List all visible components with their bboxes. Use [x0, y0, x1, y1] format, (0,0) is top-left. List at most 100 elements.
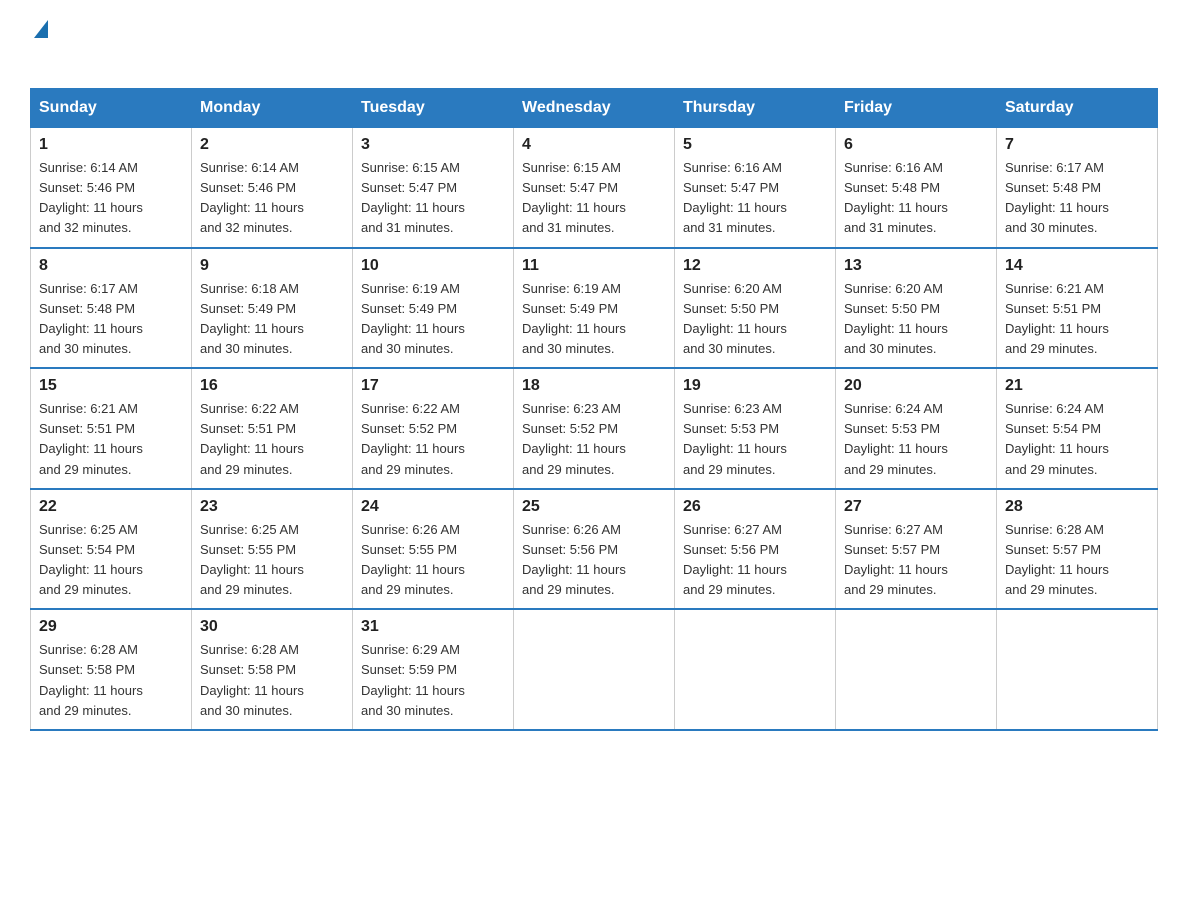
day-number: 18: [522, 377, 666, 395]
calendar-cell: 5 Sunrise: 6:16 AMSunset: 5:47 PMDaylight…: [675, 128, 836, 248]
calendar-week-row: 29 Sunrise: 6:28 AMSunset: 5:58 PMDayligh…: [31, 609, 1158, 730]
day-number: 10: [361, 257, 505, 275]
calendar-cell: 4 Sunrise: 6:15 AMSunset: 5:47 PMDaylight…: [514, 128, 675, 248]
day-info: Sunrise: 6:15 AMSunset: 5:47 PMDaylight:…: [361, 158, 505, 239]
day-number: 19: [683, 377, 827, 395]
day-info: Sunrise: 6:26 AMSunset: 5:55 PMDaylight:…: [361, 520, 505, 601]
calendar-table: SundayMondayTuesdayWednesdayThursdayFrid…: [30, 88, 1158, 731]
calendar-cell: 25 Sunrise: 6:26 AMSunset: 5:56 PMDayligh…: [514, 489, 675, 610]
day-info: Sunrise: 6:25 AMSunset: 5:55 PMDaylight:…: [200, 520, 344, 601]
header-tuesday: Tuesday: [353, 89, 514, 128]
calendar-cell: 30Sunrise: 6:28 AMSunset: 5:58 PMDayligh…: [192, 609, 353, 730]
header-thursday: Thursday: [675, 89, 836, 128]
calendar-cell: [514, 609, 675, 730]
calendar-cell: 8Sunrise: 6:17 AMSunset: 5:48 PMDaylight…: [31, 248, 192, 369]
calendar-cell: 31 Sunrise: 6:29 AMSunset: 5:59 PMDayligh…: [353, 609, 514, 730]
day-info: Sunrise: 6:28 AMSunset: 5:57 PMDaylight:…: [1005, 520, 1149, 601]
calendar-cell: 28Sunrise: 6:28 AMSunset: 5:57 PMDayligh…: [997, 489, 1158, 610]
day-info: Sunrise: 6:19 AMSunset: 5:49 PMDaylight:…: [522, 279, 666, 360]
calendar-week-row: 8Sunrise: 6:17 AMSunset: 5:48 PMDaylight…: [31, 248, 1158, 369]
day-info: Sunrise: 6:26 AMSunset: 5:56 PMDaylight:…: [522, 520, 666, 601]
day-info: Sunrise: 6:21 AMSunset: 5:51 PMDaylight:…: [39, 399, 183, 480]
logo: [30, 20, 48, 70]
calendar-week-row: 22 Sunrise: 6:25 AMSunset: 5:54 PMDayligh…: [31, 489, 1158, 610]
calendar-cell: 17Sunrise: 6:22 AMSunset: 5:52 PMDayligh…: [353, 368, 514, 489]
day-info: Sunrise: 6:20 AMSunset: 5:50 PMDaylight:…: [683, 279, 827, 360]
day-number: 4: [522, 136, 666, 154]
day-info: Sunrise: 6:14 AMSunset: 5:46 PMDaylight:…: [39, 158, 183, 239]
calendar-cell: 13 Sunrise: 6:20 AMSunset: 5:50 PMDayligh…: [836, 248, 997, 369]
calendar-cell: 12 Sunrise: 6:20 AMSunset: 5:50 PMDayligh…: [675, 248, 836, 369]
calendar-cell: 3Sunrise: 6:15 AMSunset: 5:47 PMDaylight…: [353, 128, 514, 248]
day-info: Sunrise: 6:24 AMSunset: 5:53 PMDaylight:…: [844, 399, 988, 480]
header-monday: Monday: [192, 89, 353, 128]
day-number: 1: [39, 136, 183, 154]
day-info: Sunrise: 6:17 AMSunset: 5:48 PMDaylight:…: [39, 279, 183, 360]
day-number: 13: [844, 257, 988, 275]
calendar-cell: 29 Sunrise: 6:28 AMSunset: 5:58 PMDayligh…: [31, 609, 192, 730]
day-info: Sunrise: 6:27 AMSunset: 5:57 PMDaylight:…: [844, 520, 988, 601]
calendar-cell: 14 Sunrise: 6:21 AMSunset: 5:51 PMDayligh…: [997, 248, 1158, 369]
day-number: 29: [39, 618, 183, 636]
calendar-cell: 27 Sunrise: 6:27 AMSunset: 5:57 PMDayligh…: [836, 489, 997, 610]
calendar-cell: 21 Sunrise: 6:24 AMSunset: 5:54 PMDayligh…: [997, 368, 1158, 489]
day-number: 11: [522, 257, 666, 275]
day-info: Sunrise: 6:29 AMSunset: 5:59 PMDaylight:…: [361, 640, 505, 721]
day-info: Sunrise: 6:20 AMSunset: 5:50 PMDaylight:…: [844, 279, 988, 360]
calendar-week-row: 1 Sunrise: 6:14 AMSunset: 5:46 PMDaylight…: [31, 128, 1158, 248]
day-number: 6: [844, 136, 988, 154]
day-number: 5: [683, 136, 827, 154]
day-number: 7: [1005, 136, 1149, 154]
day-info: Sunrise: 6:17 AMSunset: 5:48 PMDaylight:…: [1005, 158, 1149, 239]
day-number: 23: [200, 498, 344, 516]
calendar-cell: 11 Sunrise: 6:19 AMSunset: 5:49 PMDayligh…: [514, 248, 675, 369]
day-number: 9: [200, 257, 344, 275]
day-number: 15: [39, 377, 183, 395]
calendar-cell: 23 Sunrise: 6:25 AMSunset: 5:55 PMDayligh…: [192, 489, 353, 610]
day-info: Sunrise: 6:25 AMSunset: 5:54 PMDaylight:…: [39, 520, 183, 601]
logo-triangle-icon: [34, 20, 48, 38]
day-number: 20: [844, 377, 988, 395]
header-friday: Friday: [836, 89, 997, 128]
calendar-cell: 16 Sunrise: 6:22 AMSunset: 5:51 PMDayligh…: [192, 368, 353, 489]
day-number: 21: [1005, 377, 1149, 395]
day-info: Sunrise: 6:18 AMSunset: 5:49 PMDaylight:…: [200, 279, 344, 360]
day-number: 24: [361, 498, 505, 516]
day-number: 14: [1005, 257, 1149, 275]
day-info: Sunrise: 6:21 AMSunset: 5:51 PMDaylight:…: [1005, 279, 1149, 360]
day-info: Sunrise: 6:16 AMSunset: 5:47 PMDaylight:…: [683, 158, 827, 239]
calendar-cell: 2Sunrise: 6:14 AMSunset: 5:46 PMDaylight…: [192, 128, 353, 248]
day-info: Sunrise: 6:23 AMSunset: 5:53 PMDaylight:…: [683, 399, 827, 480]
day-info: Sunrise: 6:15 AMSunset: 5:47 PMDaylight:…: [522, 158, 666, 239]
calendar-cell: 6Sunrise: 6:16 AMSunset: 5:48 PMDaylight…: [836, 128, 997, 248]
calendar-cell: 19 Sunrise: 6:23 AMSunset: 5:53 PMDayligh…: [675, 368, 836, 489]
day-info: Sunrise: 6:22 AMSunset: 5:52 PMDaylight:…: [361, 399, 505, 480]
calendar-cell: 7 Sunrise: 6:17 AMSunset: 5:48 PMDaylight…: [997, 128, 1158, 248]
day-number: 27: [844, 498, 988, 516]
header-sunday: Sunday: [31, 89, 192, 128]
calendar-cell: 22 Sunrise: 6:25 AMSunset: 5:54 PMDayligh…: [31, 489, 192, 610]
calendar-cell: [836, 609, 997, 730]
day-number: 16: [200, 377, 344, 395]
day-info: Sunrise: 6:14 AMSunset: 5:46 PMDaylight:…: [200, 158, 344, 239]
day-info: Sunrise: 6:28 AMSunset: 5:58 PMDaylight:…: [39, 640, 183, 721]
calendar-cell: 24 Sunrise: 6:26 AMSunset: 5:55 PMDayligh…: [353, 489, 514, 610]
calendar-cell: 10Sunrise: 6:19 AMSunset: 5:49 PMDayligh…: [353, 248, 514, 369]
calendar-cell: 9 Sunrise: 6:18 AMSunset: 5:49 PMDaylight…: [192, 248, 353, 369]
header-saturday: Saturday: [997, 89, 1158, 128]
day-number: 25: [522, 498, 666, 516]
day-number: 22: [39, 498, 183, 516]
day-info: Sunrise: 6:27 AMSunset: 5:56 PMDaylight:…: [683, 520, 827, 601]
calendar-cell: 18 Sunrise: 6:23 AMSunset: 5:52 PMDayligh…: [514, 368, 675, 489]
calendar-week-row: 15 Sunrise: 6:21 AMSunset: 5:51 PMDayligh…: [31, 368, 1158, 489]
calendar-header-row: SundayMondayTuesdayWednesdayThursdayFrid…: [31, 89, 1158, 128]
day-info: Sunrise: 6:22 AMSunset: 5:51 PMDaylight:…: [200, 399, 344, 480]
day-info: Sunrise: 6:23 AMSunset: 5:52 PMDaylight:…: [522, 399, 666, 480]
day-info: Sunrise: 6:24 AMSunset: 5:54 PMDaylight:…: [1005, 399, 1149, 480]
page-header: [30, 20, 1158, 70]
day-number: 12: [683, 257, 827, 275]
day-number: 30: [200, 618, 344, 636]
day-number: 26: [683, 498, 827, 516]
day-number: 31: [361, 618, 505, 636]
calendar-cell: 1 Sunrise: 6:14 AMSunset: 5:46 PMDaylight…: [31, 128, 192, 248]
